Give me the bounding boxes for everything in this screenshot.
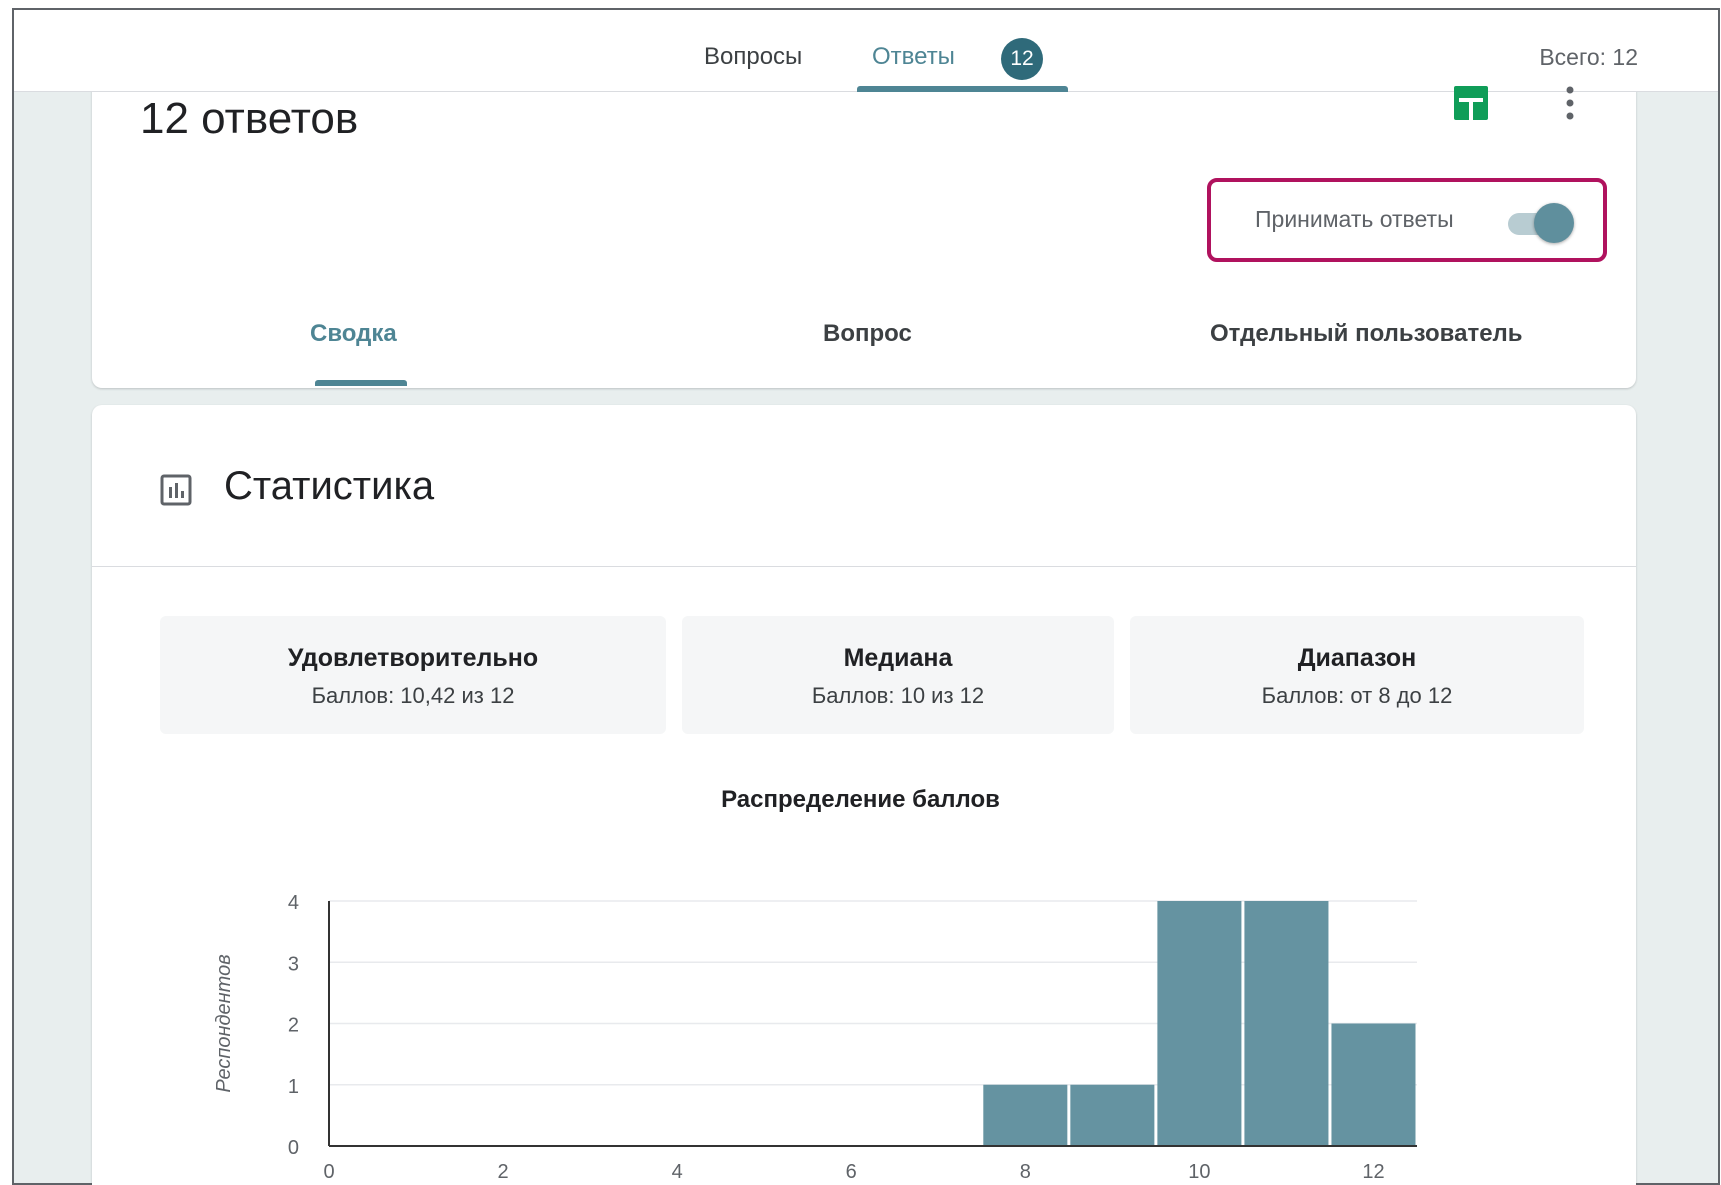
responses-count-badge: 12 xyxy=(1001,38,1043,80)
subtab-question[interactable]: Вопрос xyxy=(823,320,912,348)
metric-value: Баллов: 10 из 12 xyxy=(811,683,985,708)
metric-median: Медиана Баллов: 10 из 12 xyxy=(682,616,1114,734)
subtab-active-indicator xyxy=(315,380,407,386)
responses-count-title: 12 ответов xyxy=(140,94,359,143)
metric-range: Диапазон Баллов: от 8 до 12 xyxy=(1130,616,1584,734)
total-responses: Всего: 12 xyxy=(1539,44,1638,70)
toggle-thumb[interactable] xyxy=(1534,203,1574,243)
tab-active-indicator xyxy=(857,86,1068,92)
top-bar: Вопросы Ответы 12 Всего: 12 xyxy=(14,10,1718,92)
section-divider xyxy=(92,566,1636,567)
metric-title: Медиана xyxy=(843,644,953,672)
more-options-icon[interactable] xyxy=(1560,84,1580,124)
statistics-title: Статистика xyxy=(224,464,435,508)
accept-responses-label: Принимать ответы xyxy=(1255,206,1454,232)
bar-chart-icon xyxy=(160,474,192,506)
chart-title: Распределение баллов xyxy=(721,786,1000,813)
google-sheets-icon[interactable] xyxy=(1454,86,1488,120)
subtab-individual[interactable]: Отдельный пользователь xyxy=(1210,320,1523,348)
tab-questions[interactable]: Вопросы xyxy=(704,10,802,92)
metric-title: Диапазон xyxy=(1297,644,1417,672)
metric-value: Баллов: 10,42 из 12 xyxy=(311,683,515,708)
metric-value: Баллов: от 8 до 12 xyxy=(1261,683,1453,708)
metric-title: Удовлетворительно xyxy=(287,644,539,672)
metric-average: Удовлетворительно Баллов: 10,42 из 12 xyxy=(160,616,666,734)
subtab-summary[interactable]: Сводка xyxy=(310,320,397,348)
tab-responses[interactable]: Ответы xyxy=(872,10,955,92)
